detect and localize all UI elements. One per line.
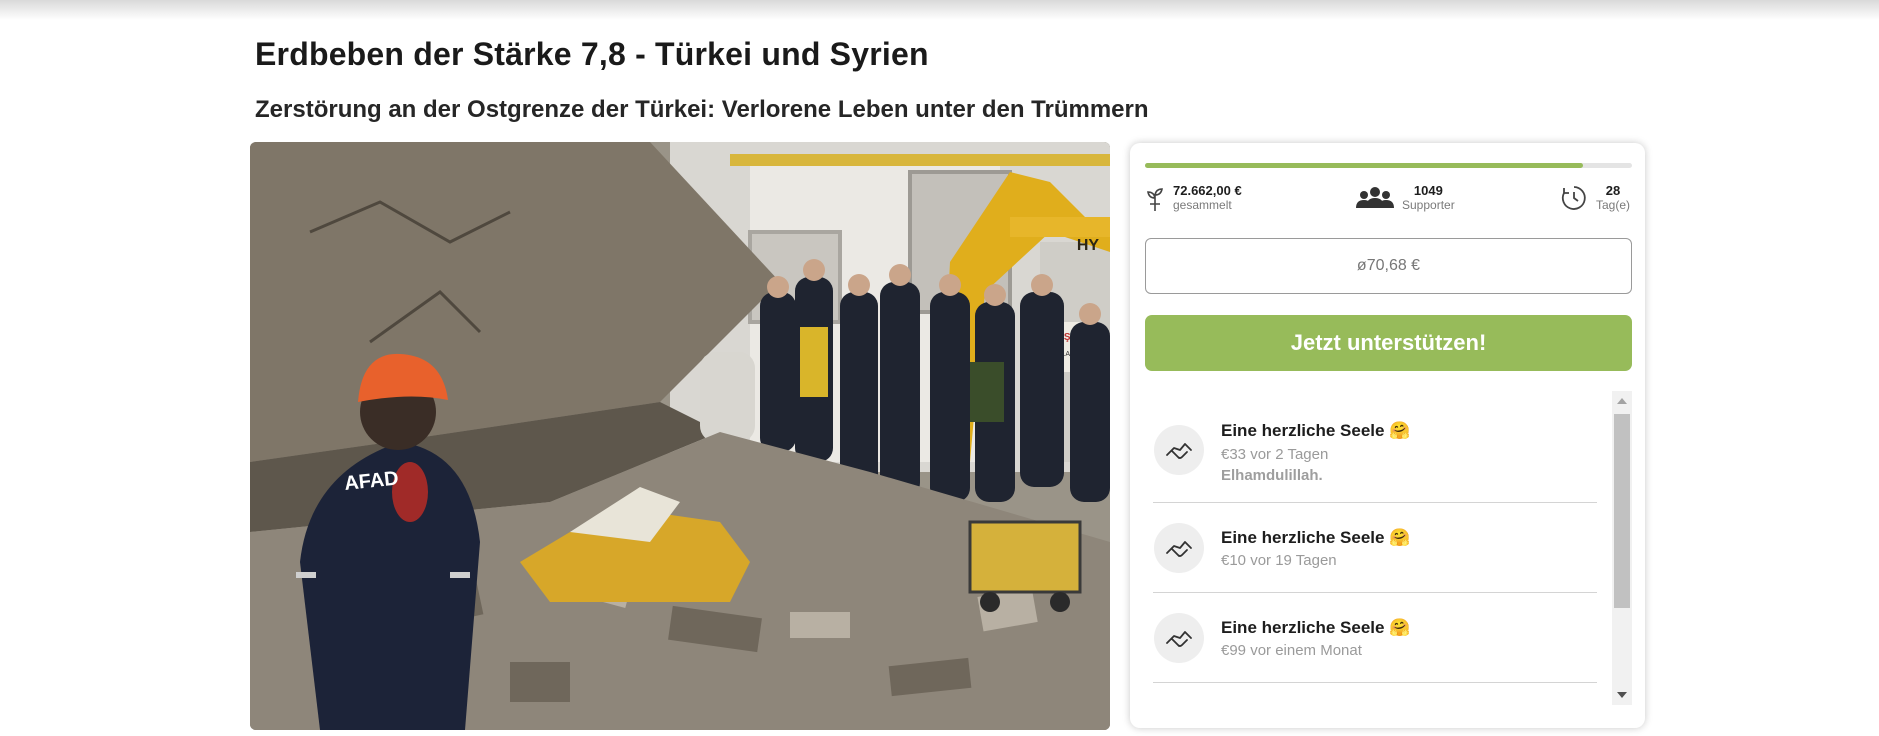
page-title: Erdbeben der Stärke 7,8 - Türkei und Syr… xyxy=(255,36,929,72)
donation-card: 72.662,00 € gesammelt 1049 Supporter 28 xyxy=(1130,143,1645,728)
handshake-icon xyxy=(1154,425,1204,475)
donor-name: Eine herzliche Seele 🤗 xyxy=(1221,421,1411,440)
clock-icon xyxy=(1560,184,1588,212)
raised-label: gesammelt xyxy=(1173,198,1232,212)
support-button[interactable]: Jetzt unterstützen! xyxy=(1145,315,1632,371)
progress-bar xyxy=(1145,163,1632,168)
handshake-icon xyxy=(1154,523,1204,573)
stat-supporters: 1049 Supporter xyxy=(1356,181,1455,215)
machine-brand-text: HY xyxy=(1077,237,1100,254)
earthquake-rescue-photo: DAŞCI OTO LASTİK HY AFAD xyxy=(250,142,1110,730)
scroll-up-button[interactable] xyxy=(1612,391,1632,411)
days-value: 28 xyxy=(1605,183,1621,198)
feed-scrollbar[interactable] xyxy=(1612,391,1632,705)
donor-name: Eine herzliche Seele 🤗 xyxy=(1221,618,1411,637)
scroll-down-button[interactable] xyxy=(1612,685,1632,705)
plant-icon xyxy=(1145,184,1165,212)
stat-raised: 72.662,00 € gesammelt xyxy=(1145,181,1242,215)
amount-input[interactable]: ø70,68 € xyxy=(1145,238,1632,294)
scroll-thumb[interactable] xyxy=(1614,414,1630,608)
donation-meta: €33 vor 2 Tagen xyxy=(1221,446,1329,463)
feed-fade xyxy=(1153,683,1597,705)
arrow-up-icon xyxy=(1617,398,1627,404)
donation-item: Eine herzliche Seele 🤗 €33 vor 2 Tagen E… xyxy=(1153,391,1597,503)
handshake-icon xyxy=(1154,613,1204,663)
hero-image: DAŞCI OTO LASTİK HY AFAD xyxy=(250,142,1110,730)
progress-fill xyxy=(1145,163,1584,168)
arrow-down-icon xyxy=(1617,692,1627,698)
people-icon xyxy=(1356,186,1394,210)
donation-message: Elhamdulillah. xyxy=(1221,467,1323,484)
donation-meta: €99 vor einem Monat xyxy=(1221,642,1362,659)
donation-list: Eine herzliche Seele 🤗 €33 vor 2 Tagen E… xyxy=(1153,391,1597,683)
donation-item: Eine herzliche Seele 🤗 €10 vor 19 Tagen xyxy=(1153,503,1597,593)
days-label: Tag(e) xyxy=(1596,198,1631,212)
donation-meta: €10 vor 19 Tagen xyxy=(1221,552,1337,569)
donation-item: Eine herzliche Seele 🤗 €99 vor einem Mon… xyxy=(1153,593,1597,683)
top-bar-shadow xyxy=(0,0,1879,20)
supporters-label: Supporter xyxy=(1402,198,1455,212)
page-subtitle: Zerstörung an der Ostgrenze der Türkei: … xyxy=(255,96,1149,123)
stat-days: 28 Tag(e) xyxy=(1560,181,1630,215)
supporters-value: 1049 xyxy=(1413,183,1443,198)
donor-name: Eine herzliche Seele 🤗 xyxy=(1221,528,1411,547)
donation-feed: Eine herzliche Seele 🤗 €33 vor 2 Tagen E… xyxy=(1145,391,1637,705)
raised-value: 72.662,00 € xyxy=(1173,183,1242,198)
